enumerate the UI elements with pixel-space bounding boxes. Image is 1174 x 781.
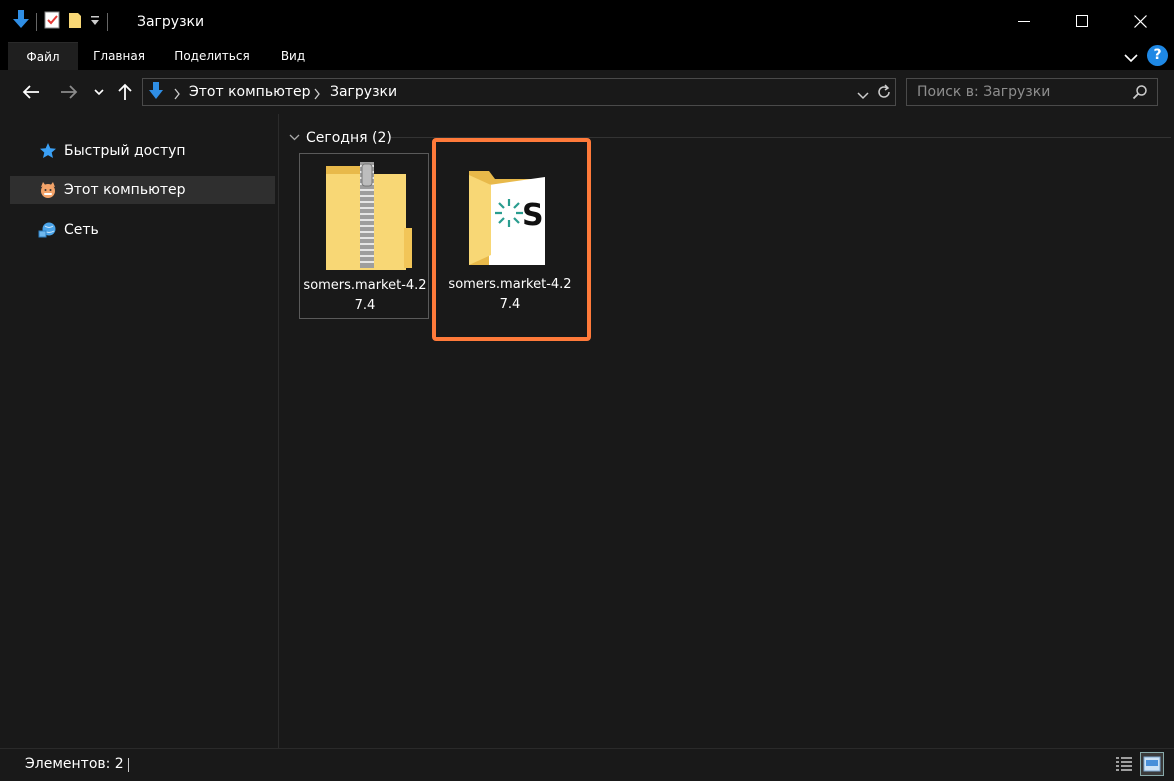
navigation-bar: Этот компьютер Загрузки Поиск в: Загрузк… — [0, 70, 1174, 114]
minimize-icon — [1018, 21, 1030, 22]
breadcrumb-separator-icon[interactable] — [313, 85, 321, 104]
file-tile-zip[interactable]: somers.market-4.27.4 — [299, 153, 429, 319]
up-button[interactable] — [112, 80, 138, 104]
tab-home[interactable]: Главная — [84, 42, 154, 70]
network-icon — [38, 220, 58, 240]
sidebar-item-quick-access[interactable]: Быстрый доступ — [10, 137, 275, 165]
details-view-icon — [1116, 757, 1132, 771]
forward-arrow-icon — [61, 85, 78, 99]
address-history-icon[interactable] — [857, 86, 869, 105]
customize-toolbar-icon[interactable] — [89, 10, 101, 34]
toolbar-divider — [36, 13, 37, 31]
tab-file[interactable]: Файл — [8, 42, 78, 71]
title-bar: Загрузки — [0, 0, 1174, 42]
back-arrow-icon — [22, 85, 39, 99]
properties-icon[interactable] — [43, 10, 61, 34]
large-icons-view-icon — [1143, 756, 1161, 772]
tab-share[interactable]: Поделиться — [162, 42, 262, 70]
close-icon — [1133, 14, 1147, 28]
file-list: Сегодня (2) somers.market-4.27.4 S somer… — [279, 114, 1174, 748]
maximize-button[interactable] — [1053, 0, 1111, 42]
breadcrumb-this-pc[interactable]: Этот компьютер — [189, 79, 311, 105]
sidebar-item-network[interactable]: Сеть — [10, 216, 275, 244]
downloads-location-icon — [148, 82, 164, 106]
item-count: Элементов: 2 — [25, 756, 124, 772]
group-header-today[interactable]: Сегодня (2) — [289, 128, 392, 148]
expand-ribbon-icon[interactable] — [1124, 49, 1138, 68]
quick-access-toolbar — [12, 10, 108, 34]
forward-button[interactable] — [56, 80, 82, 104]
breadcrumb-separator-icon[interactable] — [173, 85, 181, 104]
window-title: Загрузки — [137, 14, 205, 30]
sidebar-item-label: Этот компьютер — [64, 182, 186, 198]
search-icon[interactable] — [1132, 84, 1148, 104]
minimize-button[interactable] — [995, 0, 1053, 42]
details-view-button[interactable] — [1112, 752, 1136, 776]
computer-icon — [38, 180, 58, 200]
toolbar-divider — [107, 13, 108, 31]
chevron-down-icon — [289, 134, 300, 142]
new-folder-icon[interactable] — [67, 10, 83, 34]
file-name: somers.market-4.27.4 — [303, 278, 427, 313]
ribbon-tabs: Файл Главная Поделиться Вид ? — [0, 42, 1174, 71]
group-header-label: Сегодня (2) — [306, 130, 392, 146]
star-icon — [38, 141, 58, 161]
status-divider — [128, 758, 129, 772]
tab-view[interactable]: Вид — [270, 42, 316, 70]
recent-locations-button[interactable] — [88, 80, 110, 104]
address-bar[interactable]: Этот компьютер Загрузки — [142, 78, 896, 106]
navigation-pane: Быстрый доступ Этот компьютер Сеть — [0, 114, 279, 748]
zip-folder-icon — [324, 162, 412, 276]
search-placeholder: Поиск в: Загрузки — [917, 84, 1051, 100]
large-icons-view-button[interactable] — [1140, 752, 1164, 776]
sidebar-item-label: Быстрый доступ — [64, 143, 186, 159]
up-arrow-icon — [118, 83, 132, 100]
back-button[interactable] — [18, 80, 44, 104]
sidebar-item-label: Сеть — [64, 222, 99, 238]
help-icon[interactable]: ? — [1147, 45, 1168, 66]
breadcrumb-downloads[interactable]: Загрузки — [330, 79, 397, 105]
highlight-frame — [432, 138, 591, 341]
chevron-down-icon — [94, 89, 104, 96]
explorer-window: Загрузки Файл Главная Поделиться Вид ? Э… — [0, 0, 1174, 781]
search-input[interactable]: Поиск в: Загрузки — [906, 78, 1158, 106]
status-bar: Элементов: 2 — [0, 748, 1174, 781]
close-button[interactable] — [1111, 0, 1169, 42]
sidebar-item-this-pc[interactable]: Этот компьютер — [10, 176, 275, 204]
maximize-icon — [1076, 15, 1088, 27]
refresh-icon[interactable] — [876, 83, 892, 105]
downloads-arrow-icon — [12, 10, 30, 34]
